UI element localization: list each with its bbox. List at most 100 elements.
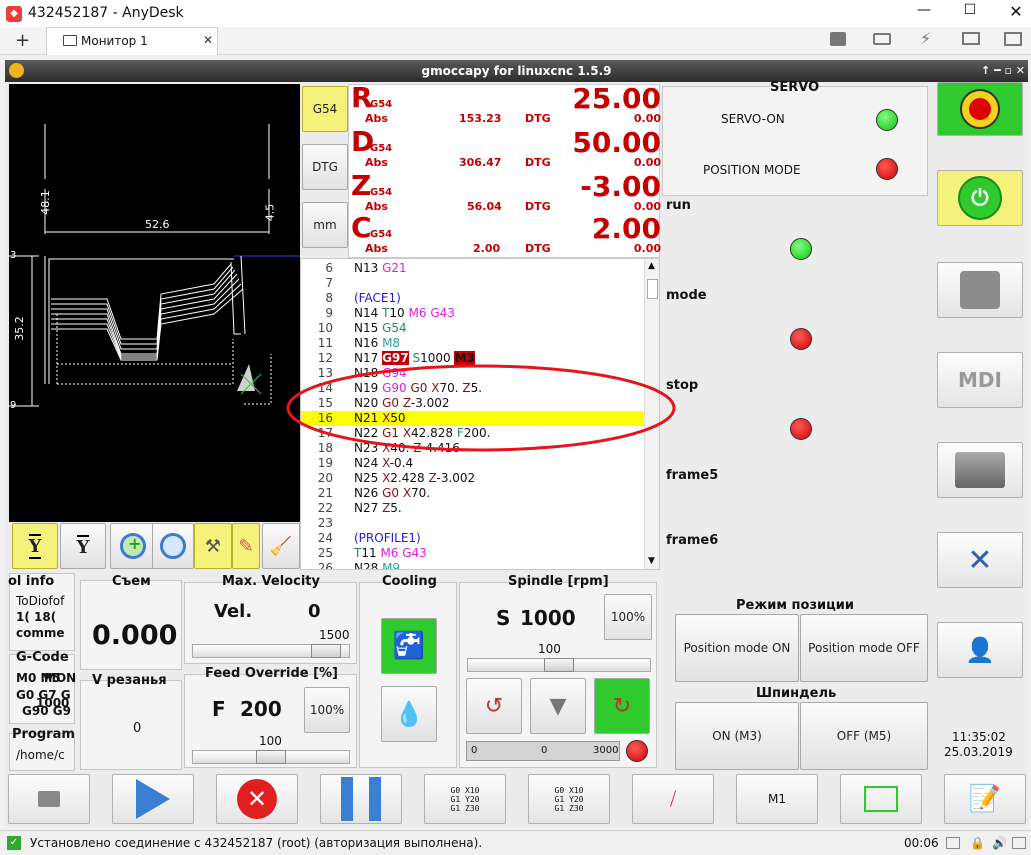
menu-icon[interactable]: [1004, 32, 1022, 46]
sound-icon[interactable]: 🔊: [992, 836, 1007, 850]
scroll-thumb[interactable]: [647, 279, 658, 299]
spindle-ccw-button[interactable]: ↺: [466, 678, 522, 734]
tool-measure-button[interactable]: ⚒: [194, 523, 232, 569]
gcode-line[interactable]: 11 N16 M8: [301, 336, 646, 351]
position-mode-on-button[interactable]: Position mode ON: [675, 614, 799, 682]
optional-block-button[interactable]: ⧸: [632, 774, 714, 824]
chat-status-icon[interactable]: [946, 837, 960, 849]
gcode-line[interactable]: 10 N15 G54: [301, 321, 646, 336]
lightning-icon[interactable]: ⚡: [920, 29, 931, 48]
toolpath-preview[interactable]: 52.6 48.1 4.5 35.2 3 9: [9, 84, 300, 522]
edit-button[interactable]: ✎: [232, 523, 260, 569]
gcode-line-number: 19: [317, 456, 333, 470]
fullscreen-button[interactable]: [840, 774, 922, 824]
vrez-title: V резанья: [92, 673, 167, 688]
chat-icon[interactable]: [830, 32, 846, 46]
gcode-line[interactable]: 8 (FACE1): [301, 291, 646, 306]
gcode-token: -0.4: [389, 456, 414, 470]
mdi-button[interactable]: MDI: [937, 352, 1023, 408]
view-y-button[interactable]: Y: [12, 523, 58, 569]
scroll-up-icon[interactable]: ▲: [648, 261, 655, 271]
m1-button[interactable]: M1: [736, 774, 818, 824]
maximize-button[interactable]: ☐: [958, 2, 982, 24]
view-y-alt-button[interactable]: Y: [60, 523, 106, 569]
spindle-off-button[interactable]: OFF (M5): [800, 702, 928, 770]
gcode-line[interactable]: 20 N25 X2.428 Z-3.002: [301, 471, 646, 486]
gcode-line[interactable]: 26 N28 M9: [301, 561, 646, 569]
mm-button[interactable]: mm: [302, 202, 348, 248]
g54-button[interactable]: G54: [302, 86, 348, 132]
gcode-line-text: (PROFILE1): [354, 531, 421, 546]
stop-label: stop: [666, 378, 699, 393]
tab-monitor[interactable]: Монитор 1 ✕: [46, 27, 218, 55]
spindle-on-button[interactable]: ON (M3): [675, 702, 799, 770]
gcode-line-number: 9: [325, 306, 333, 320]
vrez-value: 0: [133, 721, 142, 736]
gcode-line[interactable]: 24 (PROFILE1): [301, 531, 646, 546]
zoom-in-button[interactable]: +: [110, 523, 156, 569]
flood-button[interactable]: 🚰: [381, 618, 437, 674]
gcode-line-number: 22: [317, 501, 333, 515]
feed-slider-knob[interactable]: [256, 750, 286, 764]
lock-icon[interactable]: 🔒: [970, 836, 985, 850]
settings-button[interactable]: ✕: [937, 532, 1023, 588]
dro-row: R G54 Abs 153.23 DTG 25.00 0.00: [349, 81, 661, 129]
pause-program-button[interactable]: [320, 774, 402, 824]
auto-mode-button[interactable]: [937, 442, 1023, 498]
spindle-stop-button[interactable]: ▼: [530, 678, 586, 734]
velocity-value: 0: [308, 601, 321, 622]
mist-button[interactable]: 💧: [381, 686, 437, 742]
window-controls[interactable]: ↑ ━ ▫ ✕: [961, 60, 1025, 82]
clear-plot-button[interactable]: 🧹: [262, 523, 300, 569]
tab-close-icon[interactable]: ✕: [203, 33, 213, 47]
power-button[interactable]: ⏻: [937, 170, 1023, 226]
run-program-button[interactable]: [112, 774, 194, 824]
gcode-line[interactable]: 22 N27 Z5.: [301, 501, 646, 516]
gcode-line[interactable]: 9 N14 T10 M6 G43: [301, 306, 646, 321]
user-tabs-button[interactable]: 👤: [937, 622, 1023, 678]
feed-reset-button[interactable]: 100%: [304, 687, 350, 733]
new-tab-button[interactable]: +: [15, 30, 30, 51]
screen-icon[interactable]: [1012, 837, 1026, 849]
sjem-title: Съем: [112, 574, 151, 589]
dro-dtg-value: 0.00: [633, 156, 661, 169]
feed-slider[interactable]: [192, 750, 350, 764]
gcode-line[interactable]: 7: [301, 276, 646, 291]
spindle-slider-knob[interactable]: [544, 658, 574, 672]
edit-program-button[interactable]: 📝: [944, 774, 1026, 824]
close-button[interactable]: ✕: [1004, 2, 1028, 24]
gcode-line-text: N28 M9: [354, 561, 400, 569]
zoom-in-icon: +: [120, 533, 146, 559]
spindle-override-button[interactable]: 100%: [604, 594, 652, 640]
run-from-line-button[interactable]: G0 X10 G1 Y20 G1 Z30: [528, 774, 610, 824]
clock-date: 25.03.2019: [944, 745, 1013, 759]
dim-top-label: 52.6: [145, 218, 170, 231]
manual-mode-button[interactable]: [937, 262, 1023, 318]
spindle-cw-button[interactable]: ↻: [594, 678, 650, 734]
gcode-token: 70.: [411, 486, 431, 500]
velocity-slider-knob[interactable]: [311, 644, 341, 658]
minimize-button[interactable]: —: [912, 2, 936, 24]
annotation-ellipse: [286, 364, 676, 452]
zoom-out-button[interactable]: [152, 523, 194, 569]
stop-program-button[interactable]: ✕: [216, 774, 298, 824]
display-icon[interactable]: [962, 32, 980, 45]
open-file-button[interactable]: [8, 774, 90, 824]
estop-button[interactable]: [937, 82, 1023, 136]
spindle-slider[interactable]: [467, 658, 651, 672]
velocity-slider[interactable]: [192, 644, 350, 658]
folder-icon: [38, 791, 60, 807]
gcode-line[interactable]: 25 T11 M6 G43: [301, 546, 646, 561]
scroll-down-icon[interactable]: ▼: [648, 556, 655, 566]
gcode-line[interactable]: 6 N13 G21: [301, 261, 646, 276]
gcode-token: G21: [382, 261, 407, 275]
dro-abs-value: 306.47: [459, 156, 502, 169]
gcode-line[interactable]: 21 N26 G0 X70.: [301, 486, 646, 501]
step-button[interactable]: G0 X10 G1 Y20 G1 Z30: [424, 774, 506, 824]
dtg-button[interactable]: DTG: [302, 144, 348, 190]
keyboard-icon[interactable]: [873, 33, 891, 45]
anydesk-window-title: 432452187 - AnyDesk: [28, 5, 184, 21]
gcode-line[interactable]: 19 N24 X-0.4: [301, 456, 646, 471]
position-mode-off-button[interactable]: Position mode OFF: [800, 614, 928, 682]
gcode-line[interactable]: 23: [301, 516, 646, 531]
